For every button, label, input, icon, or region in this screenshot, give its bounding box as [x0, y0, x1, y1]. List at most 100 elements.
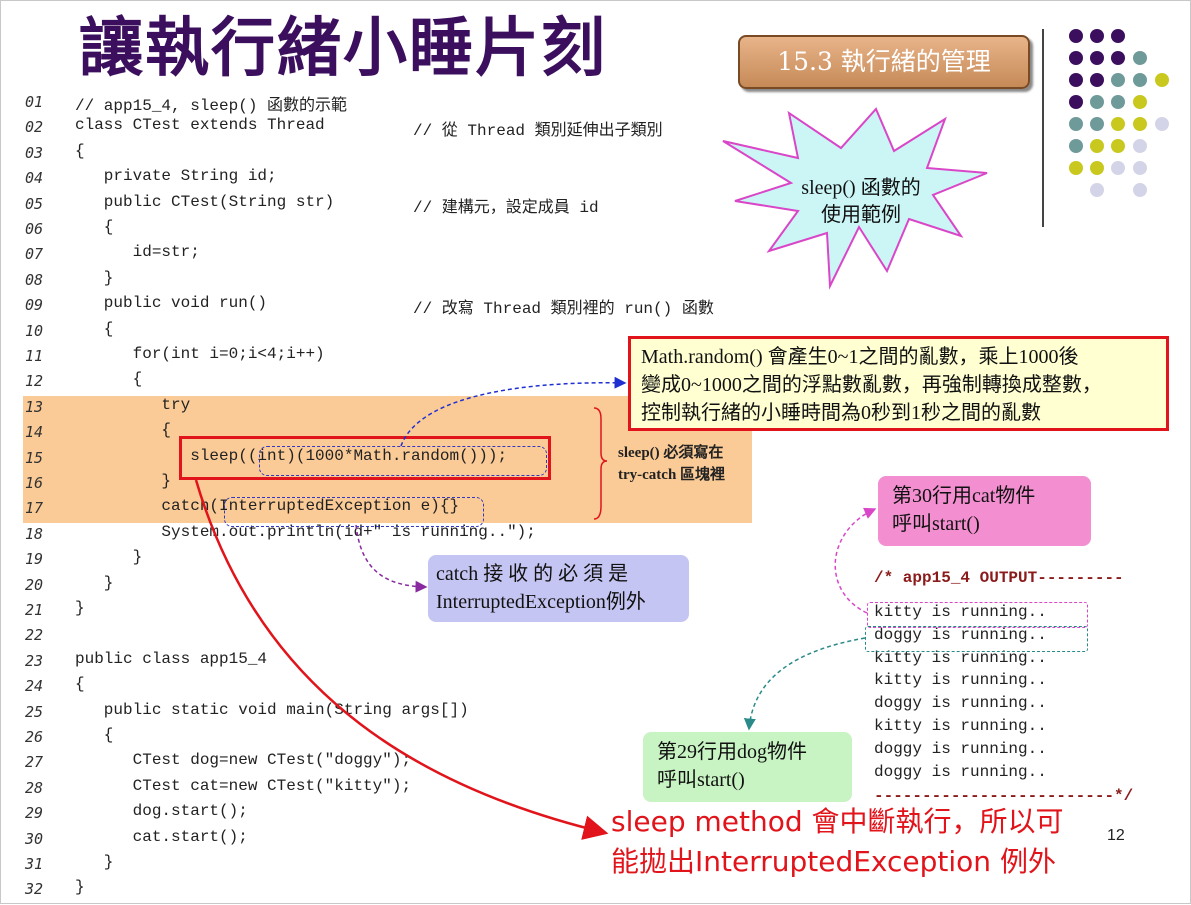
decor-dot — [1090, 183, 1104, 197]
decor-dot — [1090, 161, 1104, 175]
line-number: 06 — [25, 220, 44, 238]
cat-note-arrow — [834, 507, 877, 614]
output-line: kitty is running.. — [874, 671, 1047, 690]
code-line: for(int i=0;i<4;i++) — [75, 345, 325, 363]
line-number: 20 — [25, 575, 44, 594]
code-line: { — [75, 319, 114, 338]
decor-dot — [1133, 161, 1147, 175]
code-comment: // 建構元，設定成員 id — [413, 198, 599, 217]
code-line: } — [75, 268, 114, 287]
math-note-line1: Math.random() 會產生0~1之間的亂數，乘上1000後 — [641, 346, 1079, 368]
code-line: public static void main(String args[]) — [75, 700, 469, 719]
code-line: private String id; — [75, 167, 277, 186]
code-line: // app15_4, sleep() 函數的示範 — [75, 97, 348, 115]
decor-dot — [1069, 95, 1083, 109]
starburst-text: sleep() 函數的 使用範例 — [771, 175, 951, 229]
decor-dot — [1069, 73, 1083, 87]
math-note-line3: 控制執行緒的小睡時間為0秒到1秒之間的亂數 — [641, 402, 1041, 424]
decor-dot — [1090, 139, 1104, 153]
slide-title: 讓執行緒小睡片刻 — [79, 12, 607, 86]
decor-dot — [1111, 73, 1125, 87]
doggy-output-dashed-box — [865, 626, 1088, 652]
decor-dot — [1133, 95, 1147, 109]
decor-dot — [1133, 73, 1147, 87]
line-number: 18 — [25, 524, 44, 543]
line-number: 23 — [25, 651, 44, 670]
red-note-line1: sleep method 會中斷執行，所以可 — [611, 805, 1064, 838]
decor-dot — [1133, 139, 1147, 153]
code-line: { — [75, 141, 85, 160]
divider-line — [1042, 29, 1044, 227]
line-number: 22 — [25, 626, 44, 645]
code-line: id=str; — [75, 243, 200, 262]
line-number: 04 — [25, 169, 44, 188]
dog-start-note: 第29行用dog物件 呼叫start() — [643, 732, 852, 802]
exception-warning-note: sleep method 會中斷執行，所以可 能拋出InterruptedExc… — [611, 802, 1064, 882]
code-line: CTest cat=new CTest("kitty"); — [75, 776, 412, 795]
decor-dot — [1090, 51, 1104, 65]
line-number: 28 — [25, 778, 44, 797]
code-comment: // 從 Thread 類別延伸出子類別 — [413, 122, 663, 141]
code-line: { — [75, 421, 172, 440]
decor-dot — [1090, 73, 1104, 87]
code-line: } — [75, 853, 114, 871]
line-number: 31 — [25, 855, 44, 873]
code-line: class CTest extends Thread — [75, 116, 325, 135]
decor-dot — [1069, 29, 1083, 43]
page-number: 12 — [1107, 827, 1125, 844]
code-line: } — [75, 599, 85, 617]
decor-dot — [1133, 51, 1147, 65]
line-number: 16 — [25, 474, 44, 492]
line-number: 26 — [25, 728, 44, 746]
code-line: } — [75, 472, 172, 490]
output-line: kitty is running.. — [874, 717, 1047, 735]
line-number: 13 — [25, 397, 44, 416]
code-line: public void run() — [75, 294, 268, 313]
output-line: doggy is running.. — [874, 762, 1047, 781]
try-note-line1: sleep() 必須寫在 — [618, 445, 724, 461]
decor-dot — [1155, 73, 1169, 87]
dog-note-line1: 第29行用dog物件 — [657, 741, 807, 763]
code-line: } — [75, 573, 114, 592]
line-number: 01 — [25, 93, 44, 111]
try-note-line2: try-catch 區塊裡 — [618, 467, 726, 483]
code-line: public CTest(String str) — [75, 192, 335, 211]
decor-dot — [1111, 161, 1125, 175]
red-note-line2: 能拋出InterruptedException 例外 — [611, 845, 1056, 878]
decor-dot — [1090, 95, 1104, 109]
code-line: { — [75, 726, 114, 744]
decor-dot — [1111, 139, 1125, 153]
decor-dot — [1069, 51, 1083, 65]
decor-dot — [1069, 139, 1083, 153]
line-number: 03 — [25, 143, 44, 162]
decor-dot — [1111, 29, 1125, 43]
line-number: 11 — [25, 347, 44, 365]
line-number: 17 — [25, 499, 44, 518]
kitty-output-dashed-box — [867, 602, 1088, 628]
decor-dot — [1111, 51, 1125, 65]
decor-dot — [1069, 161, 1083, 175]
catch-note-line1: catch 接 收 的 必 須 是 — [436, 563, 629, 585]
line-number: 05 — [25, 194, 44, 213]
dog-note-line2: 呼叫start() — [657, 769, 745, 791]
random-expr-dashed-box — [259, 446, 547, 476]
code-line: dog.start(); — [75, 802, 248, 821]
line-number: 07 — [25, 245, 44, 264]
catch-exception-note: catch 接 收 的 必 須 是 InterruptedException例外 — [428, 555, 689, 622]
code-line: } — [75, 548, 143, 567]
line-number: 24 — [25, 677, 44, 696]
line-number: 09 — [25, 296, 44, 315]
code-line: cat.start(); — [75, 827, 248, 846]
decor-dot — [1090, 29, 1104, 43]
output-header: /* app15_4 OUTPUT--------- — [874, 569, 1124, 587]
code-comment: // 改寫 Thread 類別裡的 run() 函數 — [413, 300, 714, 319]
line-number: 14 — [25, 423, 44, 442]
math-random-note: Math.random() 會產生0~1之間的亂數，乘上1000後 變成0~10… — [628, 336, 1169, 431]
slide: 讓執行緒小睡片刻 15.3 執行緒的管理 sleep() 函數的 使用範例 01… — [0, 0, 1191, 904]
line-number: 08 — [25, 270, 44, 289]
math-note-line2: 變成0~1000之間的浮點數亂數，再強制轉換成整數， — [641, 374, 1102, 396]
cat-start-note: 第30行用cat物件 呼叫start() — [878, 476, 1091, 546]
line-number: 32 — [25, 880, 44, 899]
cat-note-line1: 第30行用cat物件 — [892, 485, 1036, 507]
section-badge: 15.3 執行緒的管理 — [738, 35, 1030, 89]
